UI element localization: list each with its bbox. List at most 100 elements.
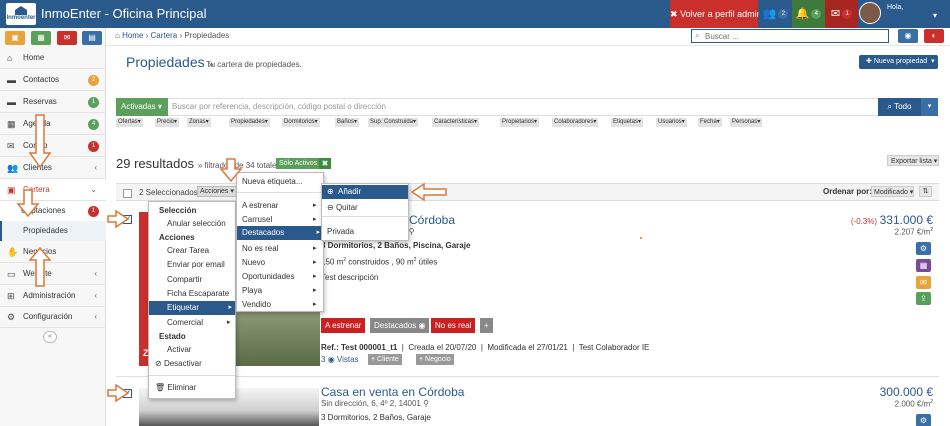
users-notifications-button[interactable]: 👥 2 (759, 0, 792, 28)
sidebar-sub-captaciones[interactable]: Captaciones 1 (0, 201, 106, 221)
breadcrumb-cartera[interactable]: Cartera (151, 31, 178, 40)
menu-item-nuevo[interactable]: Nuevo (242, 258, 265, 267)
menu-item-comercial[interactable]: Comercial (167, 318, 203, 327)
property-title[interactable]: Córdoba (409, 213, 455, 227)
acciones-menu (148, 201, 236, 399)
caret-right-icon: ▸ (228, 304, 232, 311)
chip-banos[interactable]: Baños▾ (335, 118, 360, 127)
share-button[interactable]: ⇪ (916, 292, 931, 305)
globe-button[interactable]: ◉ (898, 29, 918, 43)
menu-item-nueva-etiqueta[interactable]: Nueva etiqueta... (242, 177, 302, 186)
search-options-dropdown[interactable]: ▾ (921, 98, 938, 116)
bell-notifications-button[interactable]: 🔔 4 (792, 0, 825, 28)
menu-item-activar[interactable]: Activar (167, 345, 191, 354)
menu-item-desactivar[interactable]: ⊘ Desactivar (155, 359, 202, 368)
sidebar-item-clientes[interactable]: 👥 Clientes ‹ (0, 157, 106, 179)
quick-briefcase-button[interactable]: ▣ (5, 31, 25, 45)
filter-search-input[interactable]: Buscar por referencia, descripción, códi… (172, 102, 386, 111)
property-checkbox[interactable] (123, 388, 132, 399)
sidebar-item-contactos[interactable]: ▬ Contactos 2 (0, 69, 106, 91)
menu-item-oportunidades[interactable]: Oportunidades (242, 272, 294, 281)
chip-propietarios[interactable]: Propietarios▾ (500, 118, 540, 127)
add-negocio-button[interactable]: + Negocio (416, 354, 454, 365)
acciones-dropdown[interactable]: Acciones ▾ (197, 186, 237, 197)
menu-item-crear-tarea[interactable]: Crear Tarea (167, 246, 209, 255)
share-icon: ⇪ (920, 294, 927, 303)
sidebar-item-configuracion[interactable]: ⚙ Configuración ‹ (0, 306, 106, 328)
settings-button[interactable]: ⚙ (916, 414, 931, 426)
app-logo[interactable]: Inmoenter (6, 3, 36, 25)
menu-item-a-estrenar[interactable]: A estrenar (242, 201, 278, 210)
sidebar-item-administracion[interactable]: ⊞ Administración ‹ (0, 285, 106, 307)
menu-item-carrusel[interactable]: Carrusel (242, 215, 272, 224)
chip-precio[interactable]: Precio▾ (155, 118, 180, 127)
chip-fecha[interactable]: Fecha▾ (698, 118, 722, 127)
select-all-checkbox[interactable] (123, 189, 132, 198)
exportar-lista-button[interactable]: Exportar lista ▾ (887, 155, 939, 166)
chip-etiquetas[interactable]: Etiquetas▾ (611, 118, 644, 127)
sidebar-sub-propiedades[interactable]: Propiedades (0, 221, 106, 241)
sidebar-item-home[interactable]: ⌂ Home (0, 47, 106, 69)
volver-admin-button[interactable]: ✖ Volver a perfil admin (670, 0, 762, 28)
menu-item-ficha-escaparate[interactable]: Ficha Escaparate (167, 289, 229, 298)
search-all-button[interactable]: ⌕ Todo (878, 98, 921, 116)
menu-item-etiquetar[interactable]: Etiquetar ▸ (149, 301, 235, 315)
menu-item-anadir[interactable]: ⊕ Añadir (322, 185, 408, 199)
chip-sup-construida[interactable]: Sup. Construida▾ (368, 118, 419, 127)
tag-destacados[interactable]: Destacados ◉ (370, 318, 430, 333)
caret-right-icon: ▸ (313, 202, 317, 209)
menu-item-quitar[interactable]: ⊖ Quitar (327, 203, 358, 212)
sort-direction-button[interactable]: ⇅ (919, 186, 932, 197)
menu-item-anular-seleccion[interactable]: Anular selección (167, 219, 226, 228)
nueva-propiedad-button[interactable]: ✚ Nueva propiedad ▾ (859, 55, 938, 69)
breadcrumb-home[interactable]: Home (122, 31, 143, 40)
calendar-button[interactable]: ▦ (916, 259, 931, 272)
menu-divider (322, 216, 408, 217)
tag-a-estrenar[interactable]: A estrenar (321, 318, 366, 333)
user-avatar[interactable] (859, 2, 881, 24)
add-tag-button[interactable]: + (480, 318, 493, 333)
chevron-down-icon[interactable]: ▾ (933, 11, 937, 20)
menu-item-enviar-email[interactable]: Enviar por email (167, 260, 225, 269)
chip-ofertas[interactable]: Ofertas▾ (116, 118, 143, 127)
chip-caracteristicas[interactable]: Características▾ (432, 118, 480, 127)
menu-item-destacados[interactable]: Destacados ▸ (237, 226, 323, 240)
app-title: InmoEnter - Oficina Principal (41, 6, 207, 21)
sidebar-item-negocios[interactable]: ✋ Negocios (0, 241, 106, 263)
menu-item-vendido[interactable]: Vendido (242, 300, 271, 309)
quick-card-button[interactable]: ▤ (82, 31, 102, 45)
menu-item-privada[interactable]: Privada (327, 227, 354, 236)
badge: 1 (88, 206, 99, 217)
sidebar-item-agenda[interactable]: ▦ Agenda 4 (0, 113, 106, 135)
activadas-dropdown[interactable]: Activadas ▾ (116, 98, 168, 116)
chip-usuarios[interactable]: Usuarios▾ (656, 118, 687, 127)
settings-button[interactable]: ⚙ (916, 242, 931, 255)
menu-item-playa[interactable]: Playa (242, 286, 262, 295)
search-input[interactable] (691, 29, 889, 43)
help-button[interactable]: ◐ (924, 29, 944, 43)
chip-zonas[interactable]: Zonas▾ (187, 118, 211, 127)
tag-no-es-real[interactable]: No es real (431, 318, 476, 333)
sidebar-item-reservas[interactable]: ▬ Reservas 1 (0, 91, 106, 113)
chip-personas[interactable]: Personas▾ (730, 118, 763, 127)
menu-item-no-es-real[interactable]: No es real (242, 244, 278, 253)
add-cliente-button[interactable]: + Cliente (368, 354, 402, 365)
sidebar-item-website[interactable]: ▭ Website ‹ (0, 263, 106, 285)
email-button[interactable]: ✉ (916, 276, 931, 289)
sidebar-item-correo[interactable]: ✉ Correo 1 (0, 135, 106, 157)
chip-colaboradores[interactable]: Colaboradores▾ (552, 118, 599, 127)
quick-mail-button[interactable]: ✉ (57, 31, 77, 45)
property-views[interactable]: 3 ◉ Vistas (321, 355, 359, 364)
sidebar-item-cartera[interactable]: ▣ Cartera ⌄ (0, 179, 106, 201)
chip-dormitorios[interactable]: Dormitorios▾ (282, 118, 320, 127)
remove-filter-button[interactable]: ✖ (319, 158, 331, 169)
chip-propiedades[interactable]: Propiedades▾ (229, 118, 270, 127)
property-title[interactable]: Casa en venta en Córdoba (321, 385, 464, 399)
property-checkbox[interactable] (123, 214, 132, 225)
menu-item-eliminar[interactable]: 🗑 Eliminar (155, 383, 196, 392)
mail-notifications-button[interactable]: ✉ 1 (825, 0, 858, 28)
sidebar-collapse-button[interactable]: « (43, 331, 57, 343)
sort-select[interactable]: Modificado ▾ (871, 186, 914, 197)
menu-item-compartir[interactable]: Compartir (167, 275, 202, 284)
quick-calendar-button[interactable]: ▦ (31, 31, 51, 45)
